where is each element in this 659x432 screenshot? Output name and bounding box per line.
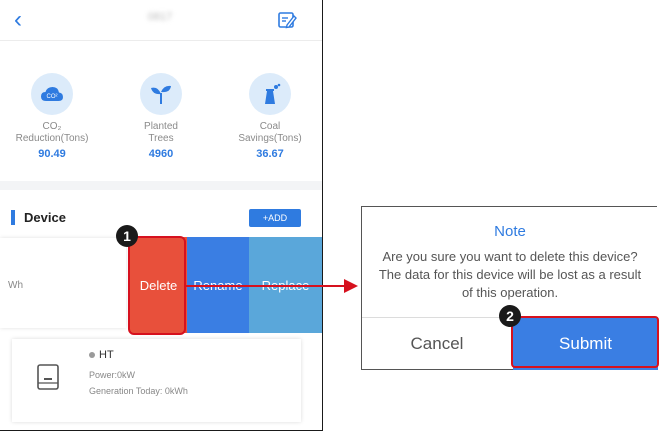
inverter-icon: [37, 364, 59, 390]
add-device-button[interactable]: +ADD: [249, 209, 301, 227]
arrow-head: [344, 279, 358, 293]
arrow-line: [186, 285, 346, 287]
chevron-left-icon[interactable]: ‹: [14, 8, 22, 32]
app-screen: ‹ 0817 CO² CO₂ Reduction(Tons) 90.49 Plan…: [0, 0, 323, 431]
device-card[interactable]: HT Power:0kW Generation Today: 0kWh: [12, 339, 301, 422]
stat-value: 4960: [148, 148, 174, 160]
dialog-message: Are you sure you want to delete this dev…: [378, 249, 642, 300]
device-name: HT: [89, 349, 114, 361]
cancel-button[interactable]: Cancel: [362, 318, 512, 370]
device-generation: Generation Today: 0kWh: [89, 386, 188, 396]
stat-co2: CO² CO₂ Reduction(Tons) 90.49: [2, 73, 102, 160]
sprout-icon: [140, 73, 182, 115]
dialog-title: Note: [494, 223, 526, 240]
svg-text:CO²: CO²: [47, 94, 58, 100]
stat-label: Coal Savings(Tons): [238, 121, 302, 144]
submit-highlight-box: [511, 316, 659, 368]
edit-icon[interactable]: [277, 10, 297, 30]
stat-coal: Coal Savings(Tons) 36.67: [220, 73, 320, 160]
stats-panel: CO² CO₂ Reduction(Tons) 90.49 Planted Tree…: [0, 41, 322, 181]
stat-value: 36.67: [256, 148, 284, 160]
swiped-device-card[interactable]: Wh: [0, 238, 126, 328]
device-power: Power:0kW: [89, 370, 136, 380]
card-generation-text: Wh: [8, 280, 23, 291]
stat-label: Planted Trees: [144, 121, 178, 144]
stat-trees: Planted Trees 4960: [111, 73, 211, 160]
device-title: 0817: [147, 11, 173, 23]
step-1-badge: 1: [116, 225, 138, 247]
stat-value: 90.49: [38, 148, 66, 160]
stat-label: CO₂ Reduction(Tons): [15, 121, 89, 144]
top-bar: ‹ 0817: [0, 0, 322, 41]
cloud-co2-icon: CO²: [31, 73, 73, 115]
step-2-badge: 2: [499, 305, 521, 327]
section-accent-bar: [11, 210, 15, 225]
delete-highlight-box: [128, 236, 186, 335]
device-heading: Device: [24, 210, 66, 225]
factory-icon: [249, 73, 291, 115]
status-dot: [89, 352, 95, 359]
